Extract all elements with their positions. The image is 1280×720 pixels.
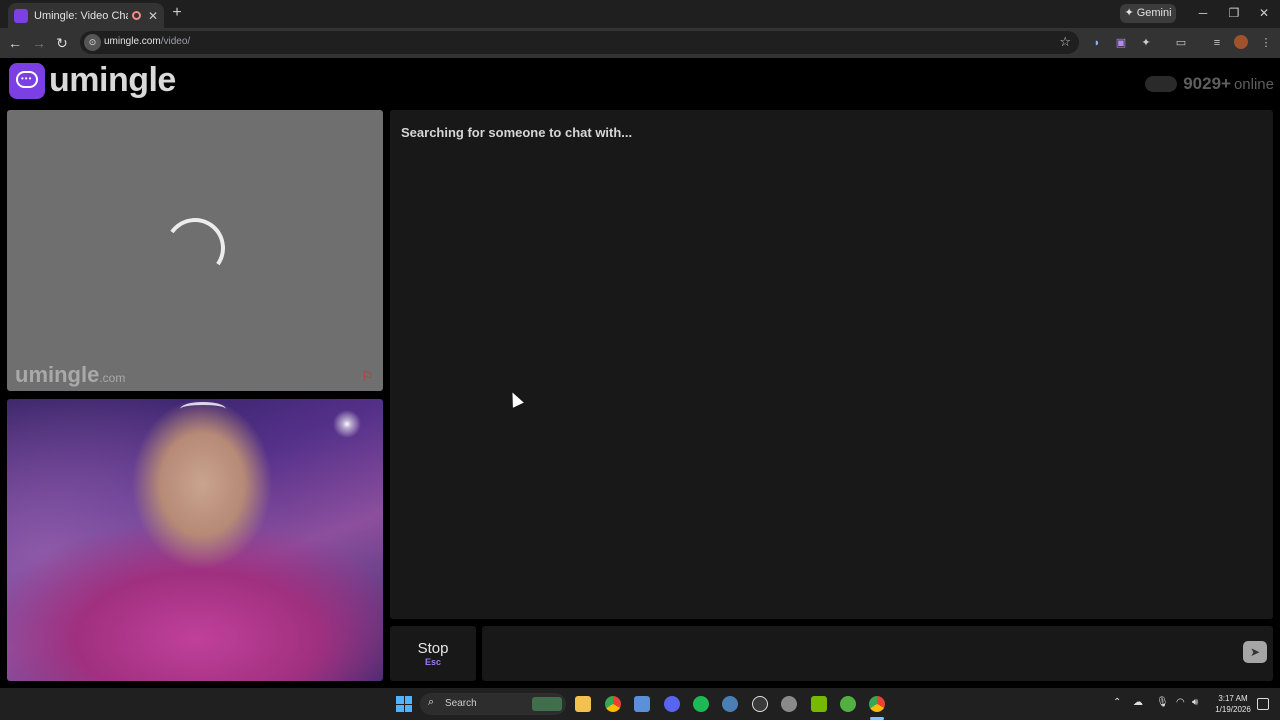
chrome-active-icon[interactable] [869, 696, 885, 712]
extension-twitch-icon[interactable]: ▣ [1113, 35, 1129, 51]
minimize-button[interactable]: ─ [1188, 4, 1218, 22]
umingle-favicon-icon [14, 8, 28, 23]
url-host: umingle.com [104, 36, 161, 47]
media-cast-icon[interactable]: ▭ [1173, 35, 1189, 51]
stop-label: Stop [417, 640, 449, 657]
show-hidden-icons-icon[interactable]: ⌃ [1113, 697, 1121, 708]
status-message: Searching for someone to chat with... [401, 125, 633, 140]
search-highlight-image [532, 697, 562, 711]
watermark-suffix: .com [99, 371, 126, 385]
video-watermark: umingle.com [15, 362, 125, 388]
online-count: 9029+ [1183, 74, 1231, 93]
chrome-menu-icon[interactable]: ⋮ [1258, 35, 1274, 51]
message-input[interactable]: ➤ [482, 626, 1273, 681]
discord-icon[interactable] [664, 696, 680, 712]
onedrive-icon[interactable]: ☁ [1133, 697, 1143, 708]
media-controls-icon[interactable]: ≡ [1209, 35, 1225, 51]
online-counter: 9029+ online [1145, 74, 1274, 94]
windows-taskbar: ⌕ Search ⌃ ☁ 🎙︎ ◠ 🔊︎ 3:17 AM 1/19/2026 [0, 688, 1280, 720]
clock-time: 3:17 AM [1218, 694, 1248, 703]
start-button-icon[interactable] [396, 696, 412, 712]
steam-icon[interactable] [722, 696, 738, 712]
send-icon[interactable]: ➤ [1243, 641, 1267, 663]
bookmark-star-icon[interactable]: ☆ [1059, 34, 1071, 50]
restore-button[interactable]: ❐ [1219, 4, 1249, 22]
tab-title: Umingle: Video Chat with St [34, 9, 128, 22]
wifi-icon[interactable]: ◠ [1176, 697, 1185, 708]
watermark-name: umingle [15, 362, 100, 387]
system-clock[interactable]: 3:17 AM 1/19/2026 [1208, 693, 1258, 715]
notifications-icon[interactable] [1257, 698, 1269, 710]
umingle-logo-icon[interactable]: ••• [9, 63, 45, 99]
url-text: umingle.com/video/ [104, 36, 190, 47]
stop-shortcut: Esc [424, 657, 441, 667]
search-icon: ⌕ [428, 696, 435, 708]
clock-app-icon[interactable] [752, 696, 768, 712]
site-logo-text[interactable]: umingle [49, 61, 176, 100]
extensions-puzzle-icon[interactable]: ✦ [1138, 35, 1154, 51]
profile-avatar[interactable] [1234, 35, 1248, 49]
settings-icon[interactable] [781, 696, 797, 712]
stranger-video: umingle.com ⚐ [7, 110, 383, 391]
xbox-icon[interactable] [840, 696, 856, 712]
close-tab-icon[interactable]: ✕ [148, 9, 158, 23]
browser-toolbar: ← → ↻ ⊙ umingle.com/video/ ☆ ◗ ▣ ✦ ▭ ≡ ⋮ [0, 28, 1280, 58]
taskbar-search[interactable]: ⌕ Search [420, 693, 566, 715]
online-label: online [1233, 76, 1274, 93]
taskbar-search-label: Search [445, 698, 477, 709]
browser-tab-bar: Umingle: Video Chat with St ✕ + ✦ Gemini… [0, 0, 1280, 28]
loading-spinner-icon [160, 213, 230, 283]
theme-toggle[interactable] [1145, 76, 1178, 92]
url-path: /video/ [160, 36, 191, 47]
browser-tab[interactable]: Umingle: Video Chat with St ✕ [8, 3, 164, 28]
extension-audio-icon[interactable]: ◗ [1089, 35, 1105, 51]
recording-indicator-icon [131, 11, 141, 20]
reload-icon[interactable]: ↻ [53, 34, 71, 52]
file-explorer-icon[interactable] [575, 696, 591, 712]
close-window-button[interactable]: ✕ [1249, 4, 1279, 22]
new-tab-button[interactable]: + [169, 4, 185, 22]
site-info-icon[interactable]: ⊙ [84, 34, 101, 51]
chrome-icon[interactable] [605, 696, 621, 712]
umingle-page: ••• umingle 9029+ online umingle.com ⚐ S… [0, 58, 1280, 688]
store-icon[interactable] [634, 696, 650, 712]
volume-icon[interactable]: 🔊︎ [1192, 697, 1198, 708]
nvidia-icon[interactable] [811, 696, 827, 712]
report-flag-icon[interactable]: ⚐ [361, 368, 381, 384]
spotify-icon[interactable] [693, 696, 709, 712]
address-bar[interactable]: ⊙ umingle.com/video/ ☆ [80, 31, 1079, 54]
back-icon[interactable]: ← [6, 34, 24, 52]
tiara-shape [180, 402, 226, 416]
microphone-icon[interactable]: 🎙︎ [1156, 697, 1169, 708]
forward-icon[interactable]: → [30, 34, 48, 52]
self-video [7, 399, 383, 681]
clock-date: 1/19/2026 [1215, 705, 1251, 714]
gemini-button[interactable]: ✦ Gemini [1120, 4, 1176, 23]
stop-button[interactable]: Stop Esc [390, 626, 476, 681]
chat-log: Searching for someone to chat with... [390, 110, 1273, 619]
